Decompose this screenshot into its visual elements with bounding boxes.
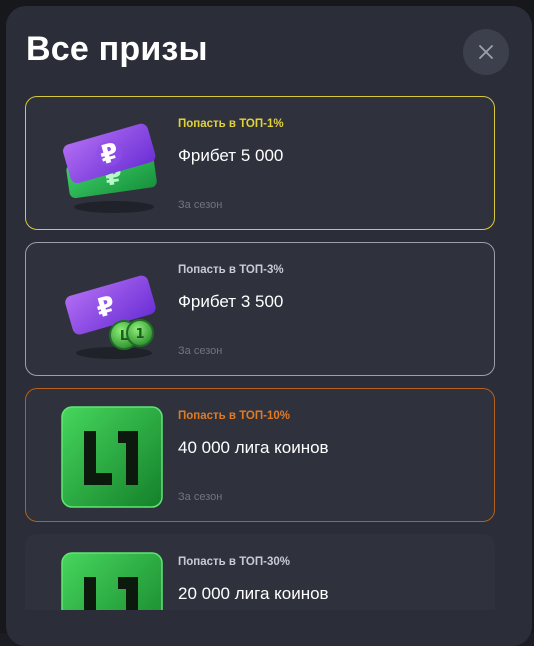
prize-card-top-10: Попасть в ТОП-10% 40 000 лига коинов За …: [25, 388, 495, 522]
prize-period: За сезон: [178, 491, 223, 503]
prize-card-top-30: Попасть в ТОП-30% 20 000 лига коинов: [25, 534, 495, 610]
prize-period: За сезон: [178, 199, 223, 211]
liga-coin-logo-icon: [61, 406, 163, 508]
prize-condition: Попасть в ТОП-30%: [178, 556, 290, 568]
prize-list: ₽ ₽ Попасть в ТОП-1% Фрибет 5 000 За сез…: [25, 96, 495, 610]
prize-name: 40 000 лига коинов: [178, 438, 329, 457]
prize-condition: Попасть в ТОП-3%: [178, 264, 284, 276]
prize-card-top-1: ₽ ₽ Попасть в ТОП-1% Фрибет 5 000 За сез…: [25, 96, 495, 230]
all-prizes-modal: Все призы ₽ ₽ Попасть в ТОП-1% Фрибет 5 …: [6, 6, 532, 646]
prize-name: 20 000 лига коинов: [178, 584, 329, 603]
prize-name: Фрибет 3 500: [178, 292, 284, 311]
prize-name: Фрибет 5 000: [178, 146, 284, 165]
liga-coin-logo-icon: [61, 552, 163, 610]
prize-condition: Попасть в ТОП-1%: [178, 118, 284, 130]
svg-text:L: L: [120, 329, 128, 344]
prize-condition: Попасть в ТОП-10%: [178, 410, 290, 422]
list-fade: [6, 624, 532, 646]
prize-card-top-3: ₽ L 1 Попасть в ТОП-3% Фрибет 3 500 За с…: [25, 242, 495, 376]
prize-period: За сезон: [178, 345, 223, 357]
freebet-tickets-icon: ₽ ₽: [63, 123, 157, 213]
freebet-ticket-coin-icon: ₽ L 1: [65, 275, 156, 359]
svg-text:1: 1: [135, 327, 144, 342]
close-button[interactable]: [463, 29, 509, 75]
close-icon: [479, 45, 493, 59]
modal-title: Все призы: [26, 30, 208, 68]
